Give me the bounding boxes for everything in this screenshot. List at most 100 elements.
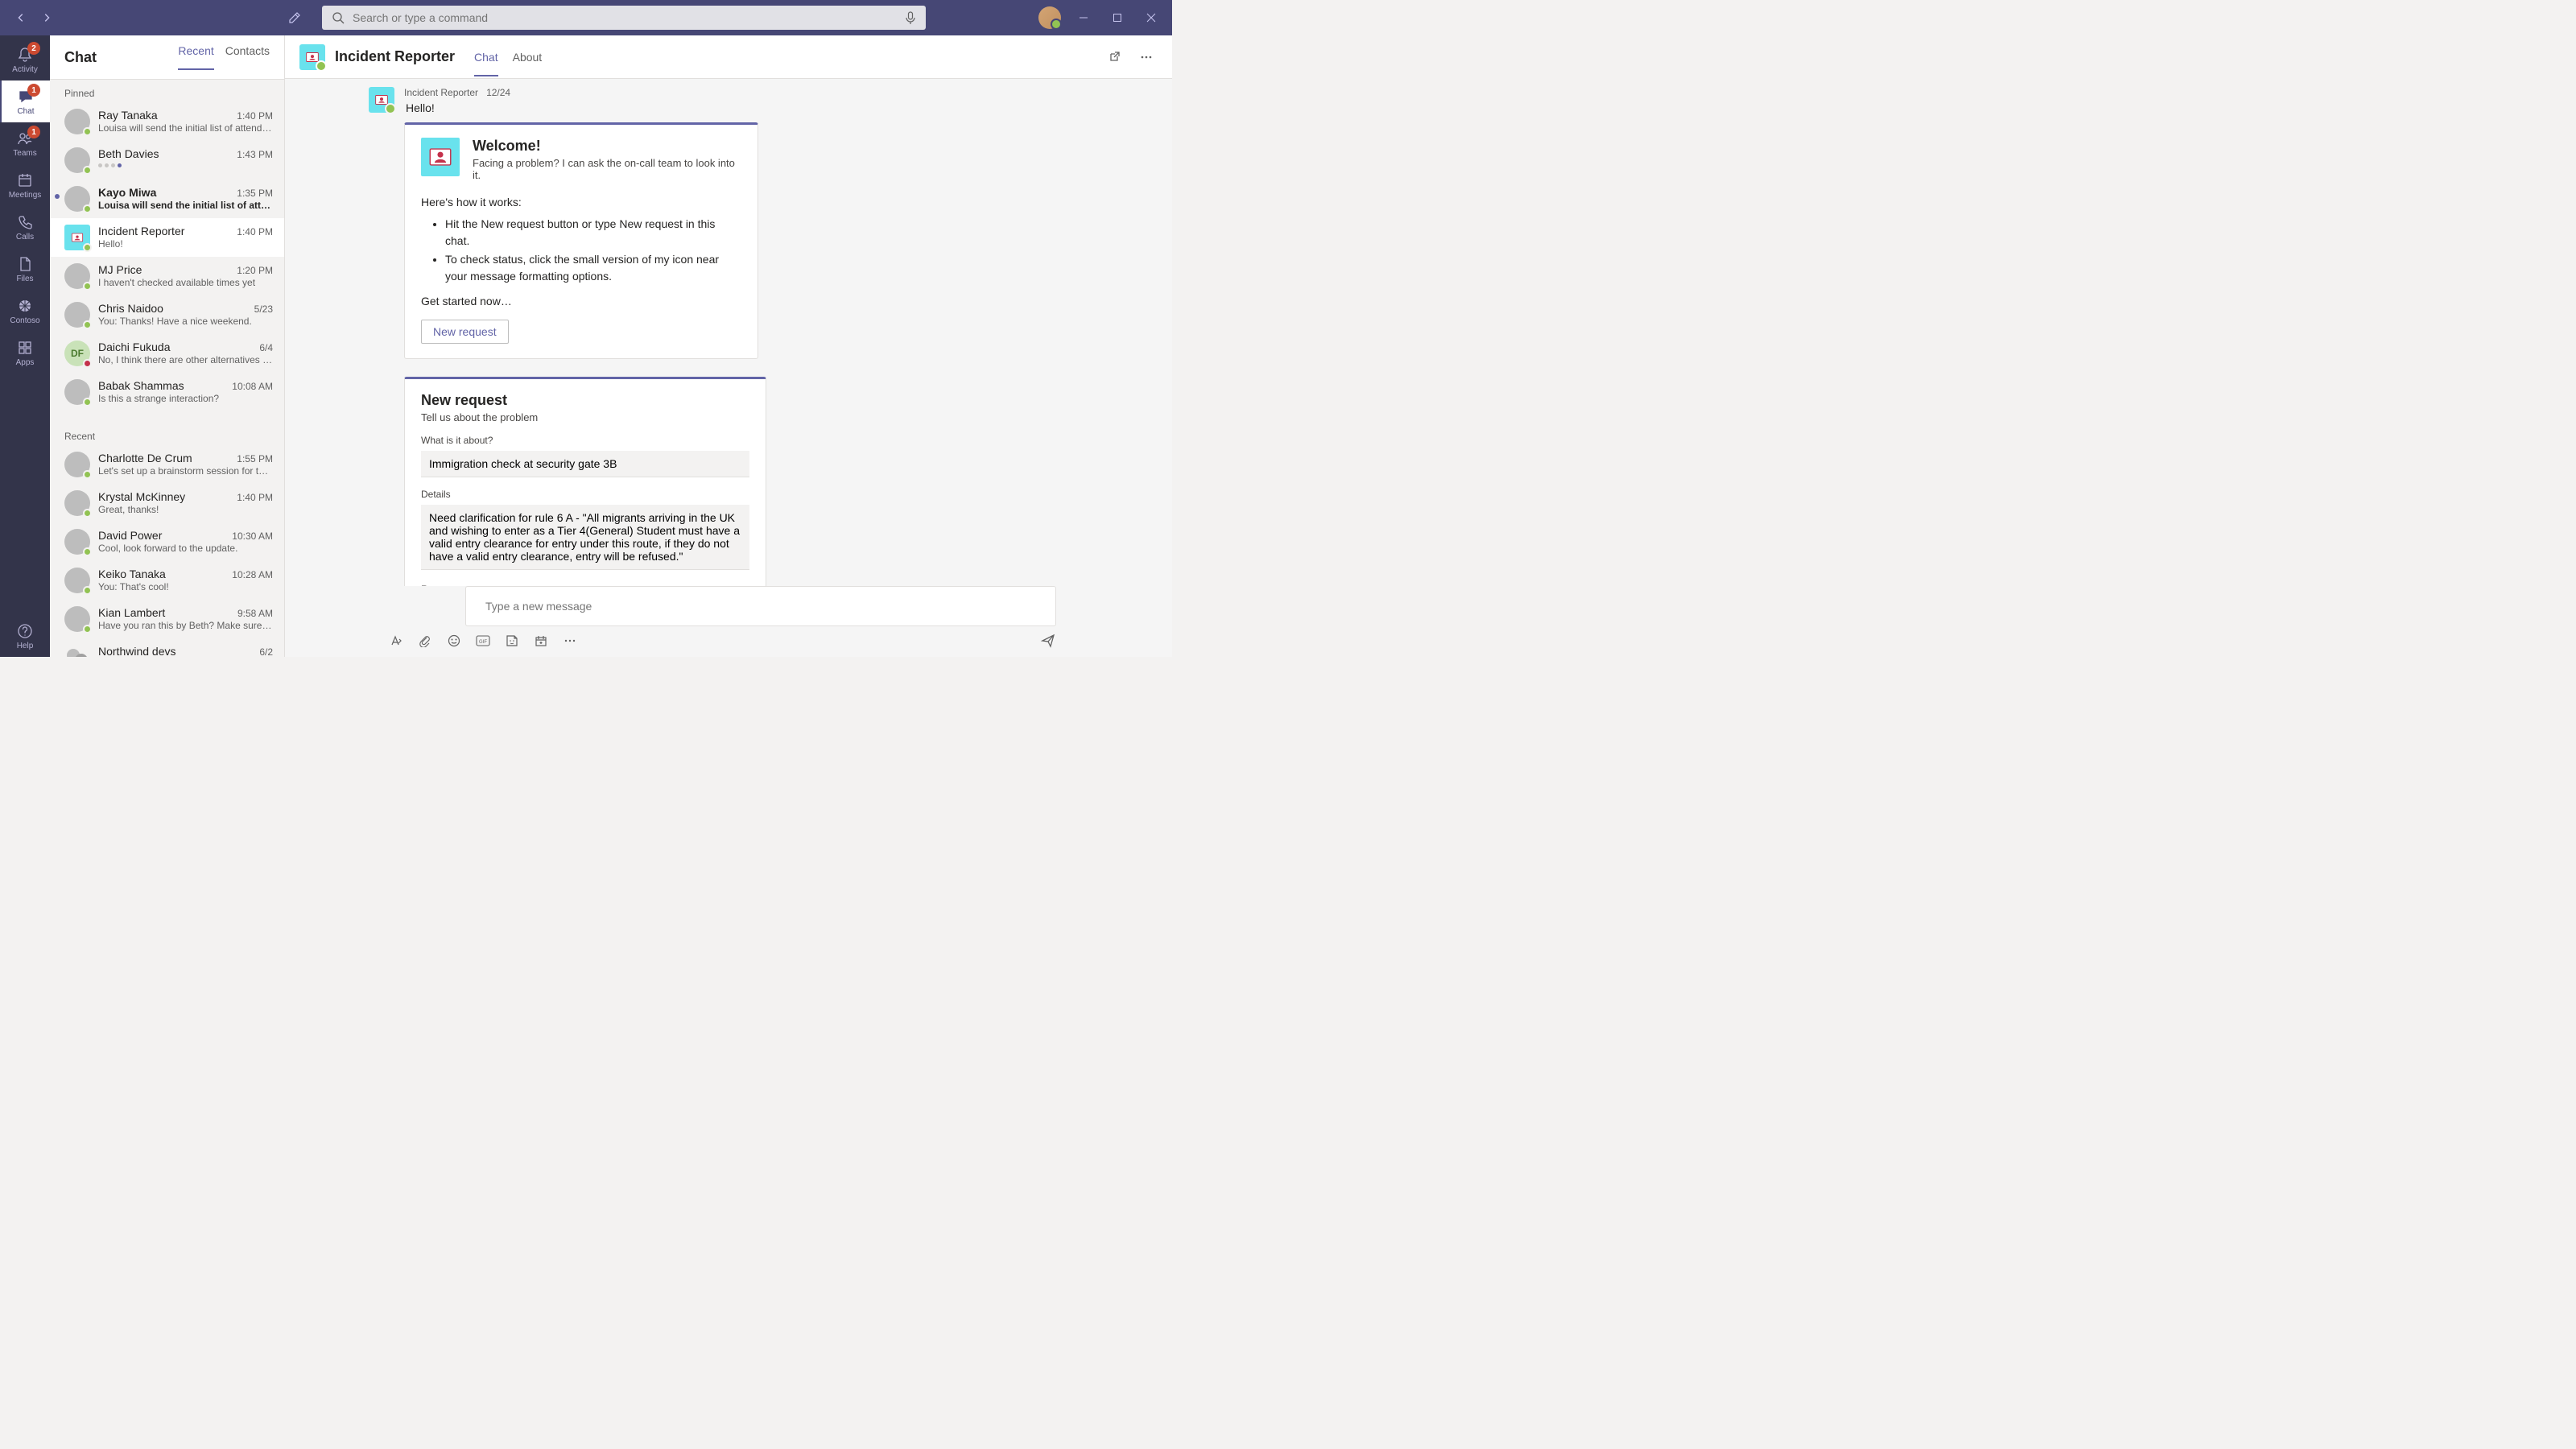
message-time: 12/24 xyxy=(486,87,510,98)
about-label: What is it about? xyxy=(421,435,749,446)
chat-preview: You: Thanks! Have a nice weekend. xyxy=(98,316,273,327)
welcome-subtitle: Facing a problem? I can ask the on-call … xyxy=(473,157,741,181)
chat-item-recent-2[interactable]: David Power10:30 AMCool, look forward to… xyxy=(50,522,284,561)
details-textarea[interactable]: Need clarification for rule 6 A - "All m… xyxy=(421,505,749,570)
maximize-button[interactable] xyxy=(1106,6,1129,29)
chat-time: 1:40 PM xyxy=(237,492,273,503)
send-button[interactable] xyxy=(1040,633,1056,649)
compose-box[interactable] xyxy=(465,586,1056,626)
chat-preview: Great, thanks! xyxy=(98,504,273,515)
file-icon xyxy=(16,255,34,273)
welcome-intro: Here's how it works: xyxy=(421,194,741,211)
avatar-initials: DF xyxy=(64,341,90,366)
chat-item-pinned-3[interactable]: Incident Reporter1:40 PMHello! xyxy=(50,218,284,257)
chat-time: 10:30 AM xyxy=(232,530,273,542)
message-sender: Incident Reporter xyxy=(404,87,478,98)
nav-forward-button[interactable] xyxy=(35,6,58,29)
contoso-icon xyxy=(16,297,34,315)
more-options-button[interactable] xyxy=(1135,46,1158,68)
chat-item-pinned-2[interactable]: Kayo Miwa1:35 PMLouisa will send the ini… xyxy=(50,180,284,218)
chat-preview: Let's set up a brainstorm session for to… xyxy=(98,465,273,477)
rail-chat[interactable]: 1 Chat xyxy=(0,80,50,122)
chat-item-recent-3[interactable]: Keiko Tanaka10:28 AMYou: That's cool! xyxy=(50,561,284,600)
rail-apps[interactable]: Apps xyxy=(0,332,50,374)
emoji-icon[interactable] xyxy=(446,633,462,649)
chat-name: Charlotte De Crum xyxy=(98,452,192,464)
chat-preview: I haven't checked available times yet xyxy=(98,277,273,288)
format-icon[interactable] xyxy=(388,633,404,649)
message-text: Hello! xyxy=(404,101,1119,114)
rail-contoso[interactable]: Contoso xyxy=(0,290,50,332)
chat-item-pinned-4[interactable]: MJ Price1:20 PMI haven't checked availab… xyxy=(50,257,284,295)
help-icon xyxy=(16,622,34,640)
profile-avatar[interactable] xyxy=(1038,6,1061,29)
more-compose-button[interactable] xyxy=(562,633,578,649)
svg-text:GIF: GIF xyxy=(479,640,487,645)
minimize-button[interactable] xyxy=(1072,6,1095,29)
chat-item-pinned-0[interactable]: Ray Tanaka1:40 PMLouisa will send the in… xyxy=(50,102,284,141)
chat-name: Ray Tanaka xyxy=(98,109,158,122)
tab-contacts[interactable]: Contacts xyxy=(225,44,270,70)
chat-preview: Louisa will send the initial list of att… xyxy=(98,200,273,211)
bot-avatar-icon xyxy=(64,225,90,250)
welcome-card-icon xyxy=(421,138,460,176)
chat-preview: Have you ran this by Beth? Make sure she… xyxy=(98,620,273,631)
attach-icon[interactable] xyxy=(417,633,433,649)
avatar xyxy=(64,263,90,289)
popout-button[interactable] xyxy=(1103,46,1125,68)
rail-help[interactable]: Help xyxy=(0,615,50,657)
chat-item-pinned-6[interactable]: DFDaichi Fukuda6/4No, I think there are … xyxy=(50,334,284,373)
chat-item-pinned-1[interactable]: Beth Davies1:43 PM xyxy=(50,141,284,180)
chat-list-panel: Chat Recent Contacts Pinned Ray Tanaka1:… xyxy=(50,35,285,657)
chat-item-recent-1[interactable]: Krystal McKinney 1:40 PMGreat, thanks! xyxy=(50,484,284,522)
nav-back-button[interactable] xyxy=(10,6,32,29)
tab-recent[interactable]: Recent xyxy=(178,44,213,70)
rail-files[interactable]: Files xyxy=(0,248,50,290)
chat-name: Keiko Tanaka xyxy=(98,568,166,580)
chat-time: 6/2 xyxy=(259,646,273,657)
rail-label: Teams xyxy=(13,149,36,158)
search-input[interactable] xyxy=(353,11,897,24)
chat-name: David Power xyxy=(98,529,162,542)
close-button[interactable] xyxy=(1140,6,1162,29)
unread-dot-icon xyxy=(55,194,60,199)
search-bar[interactable] xyxy=(322,6,926,30)
mic-icon[interactable] xyxy=(905,11,916,24)
compose-input[interactable] xyxy=(485,595,1036,617)
chat-name: Daichi Fukuda xyxy=(98,341,171,353)
chat-name: Chris Naidoo xyxy=(98,302,163,315)
convo-tab-about[interactable]: About xyxy=(513,38,543,76)
avatar xyxy=(64,452,90,477)
meeting-icon[interactable] xyxy=(533,633,549,649)
rail-teams[interactable]: 1 Teams xyxy=(0,122,50,164)
conversation-body[interactable]: Incident Reporter 12/24 Hello! Welcome! xyxy=(285,79,1172,586)
compose-toolbar: GIF xyxy=(285,633,1172,657)
calendar-icon xyxy=(16,171,34,189)
chat-time: 10:28 AM xyxy=(232,569,273,580)
rail-label: Help xyxy=(17,642,34,650)
chat-name: Northwind devs xyxy=(98,645,176,657)
new-request-button[interactable]: New request xyxy=(421,320,509,344)
phone-icon xyxy=(16,213,34,231)
avatar xyxy=(64,568,90,593)
new-message-button[interactable] xyxy=(283,6,306,29)
sticker-icon[interactable] xyxy=(504,633,520,649)
rail-meetings[interactable]: Meetings xyxy=(0,164,50,206)
chat-item-recent-4[interactable]: Kian Lambert9:58 AMHave you ran this by … xyxy=(50,600,284,638)
chat-item-pinned-7[interactable]: Babak Shammas10:08 AMIs this a strange i… xyxy=(50,373,284,411)
rail-label: Files xyxy=(16,275,33,283)
rail-label: Contoso xyxy=(10,316,39,325)
gif-icon[interactable]: GIF xyxy=(475,633,491,649)
rail-calls[interactable]: Calls xyxy=(0,206,50,248)
chat-list[interactable]: Pinned Ray Tanaka1:40 PMLouisa will send… xyxy=(50,80,284,657)
chat-item-pinned-5[interactable]: Chris Naidoo5/23You: Thanks! Have a nice… xyxy=(50,295,284,334)
chat-item-recent-0[interactable]: Charlotte De Crum1:55 PMLet's set up a b… xyxy=(50,445,284,484)
about-input[interactable] xyxy=(421,451,749,477)
rail-activity[interactable]: 2 Activity xyxy=(0,39,50,80)
teams-badge: 1 xyxy=(27,126,40,138)
chat-item-recent-5[interactable]: Northwind devs6/2Reta: Let's set up a br… xyxy=(50,638,284,657)
convo-tab-chat[interactable]: Chat xyxy=(474,38,498,76)
apps-icon xyxy=(16,339,34,357)
chat-name: Krystal McKinney xyxy=(98,490,185,503)
chat-preview: Hello! xyxy=(98,238,273,250)
